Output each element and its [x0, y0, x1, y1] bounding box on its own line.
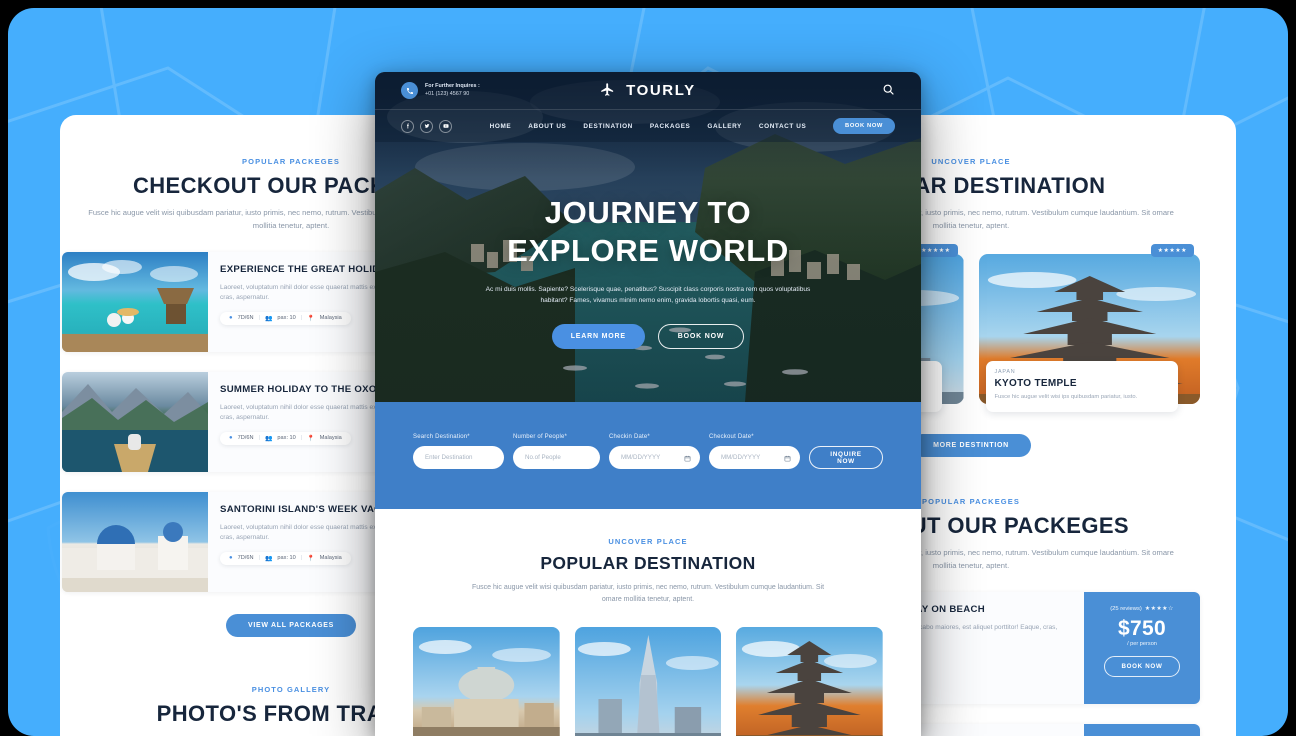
view-all-packages-button[interactable]: VIEW ALL PACKAGES	[225, 614, 357, 638]
modal-destination-grid	[413, 627, 884, 736]
nav-item-contact-us[interactable]: CONTACT US	[759, 123, 806, 130]
modal-destination-title: POPULAR DESTINATION	[540, 553, 756, 573]
label-destination: Search Destination*	[413, 434, 470, 440]
modal-destination-subtitle: Fusce hic augue velit wisi quibusdam par…	[471, 584, 825, 603]
hero-book-now-button[interactable]: BOOK NOW	[657, 324, 745, 350]
package-pax: pax: 10	[277, 435, 296, 442]
hero-title-line1: JOURNEY TO	[544, 195, 752, 230]
field-destination: Search Destination*	[413, 434, 504, 469]
modal-card-kyoto[interactable]	[736, 627, 884, 736]
location-pin-icon: 📍	[307, 555, 315, 562]
search-icon[interactable]	[882, 83, 895, 99]
field-checkout: Checkout Date*	[709, 434, 800, 469]
location-pin-icon: 📍	[307, 435, 315, 442]
contact-text: For Further Inquires : +01 (123) 4567 90	[425, 83, 480, 99]
people-icon: 👥	[264, 435, 273, 442]
clock-icon: ●	[229, 555, 233, 562]
location-pin-icon: 📍	[307, 315, 315, 322]
destination-card-japan[interactable]: ★★★★★ JAPAN KYOTO TEMPLE Fusce hic augue…	[978, 244, 1200, 413]
package-pax: pax: 10	[277, 555, 296, 562]
modal-destination-section: UNCOVER PLACE POPULAR DESTINATION Fusce …	[375, 509, 921, 736]
hero-title-line2: EXPLORE WORLD	[507, 232, 789, 268]
package-meta: ● 7D/6N | 👥 pax: 10 | 📍 Malaysia	[220, 431, 351, 445]
number-of-people-input[interactable]	[513, 446, 600, 469]
top-bar: For Further Inquires : +01 (123) 4567 90…	[375, 72, 921, 110]
learn-more-button[interactable]: LEARN MORE	[551, 324, 645, 350]
stars-icon: ★★★★☆	[1144, 606, 1174, 613]
hero-buttons: LEARN MORE BOOK NOW	[375, 324, 921, 350]
rating-badge: ★★★★★	[1150, 244, 1194, 258]
hero-title: JOURNEY TO EXPLORE WORLD	[375, 194, 921, 270]
hero-paragraph: Ac mi duis mollis. Sapiente? Scelerisque…	[485, 285, 811, 305]
book-now-button[interactable]: BOOK NOW	[833, 118, 895, 134]
package-pax: pax: 10	[277, 315, 296, 322]
package-meta: ● 7D/6N | 👥 pax: 10 | 📍 Malaysia	[220, 551, 351, 565]
nav-item-about-us[interactable]: ABOUT US	[528, 123, 566, 130]
package-duration: 7D/6N	[237, 315, 254, 322]
package-location: Malaysia	[319, 315, 342, 322]
package-image-santorini	[62, 492, 208, 593]
package-location: Malaysia	[319, 435, 342, 442]
modal-destination-eyebrow: UNCOVER PLACE	[608, 537, 688, 546]
contact-label: For Further Inquires :	[425, 82, 480, 89]
phone-icon	[401, 82, 418, 99]
price-unit: / per person	[1127, 641, 1157, 648]
clock-icon: ●	[229, 435, 233, 442]
modal-card-dubai[interactable]	[574, 627, 722, 736]
package-duration: 7D/6N	[237, 555, 254, 562]
brand-name: TOURLY	[626, 82, 696, 99]
search-strip: Search Destination* Number of People* Ch…	[375, 402, 921, 509]
label-checkin: Checkin Date*	[609, 434, 650, 440]
destination-name: KYOTO TEMPLE	[994, 378, 1077, 390]
review-line: (25 reviews) ★★★★☆	[1084, 606, 1200, 612]
more-destination-button[interactable]: MORE DESTINTION	[911, 434, 1031, 458]
package-location: Malaysia	[319, 555, 342, 562]
label-checkout: Checkout Date*	[709, 434, 754, 440]
field-checkin: Checkin Date*	[609, 434, 700, 469]
price-card: (20 reviews)★★★★☆ $750 / per person BOOK…	[1084, 724, 1200, 736]
destination-country: JAPAN	[994, 369, 1016, 376]
book-now-button[interactable]: BOOK NOW	[1104, 656, 1180, 678]
package-duration: 7D/6N	[237, 435, 254, 442]
people-icon: 👥	[264, 315, 273, 322]
airplane-icon	[600, 82, 621, 99]
checkin-date-input[interactable]	[609, 446, 700, 469]
label-people: Number of People*	[513, 434, 568, 440]
nav-item-destination[interactable]: DESTINATION	[583, 123, 632, 130]
search-form: Search Destination* Number of People* Ch…	[413, 434, 883, 469]
review-count: (25 reviews)	[1110, 606, 1142, 613]
clock-icon: ●	[229, 315, 233, 322]
people-icon: 👥	[264, 555, 273, 562]
price-amount: $750	[1118, 617, 1166, 641]
inquire-now-button[interactable]: INQUIRE NOW	[809, 446, 883, 469]
contact-block[interactable]: For Further Inquires : +01 (123) 4567 90	[401, 82, 480, 99]
field-people: Number of People*	[513, 434, 600, 469]
nav-item-home[interactable]: HOME	[490, 123, 512, 130]
main-nav: HOME ABOUT US DESTINATION PACKAGES GALLE…	[375, 110, 921, 142]
checkout-date-input[interactable]	[709, 446, 800, 469]
package-meta: ● 7D/6N | 👥 pax: 10 | 📍 Malaysia	[220, 311, 351, 325]
search-destination-input[interactable]	[413, 446, 504, 469]
site-window: For Further Inquires : +01 (123) 4567 90…	[375, 72, 921, 736]
modal-card-venice[interactable]	[413, 627, 560, 736]
hero-section: For Further Inquires : +01 (123) 4567 90…	[375, 72, 921, 402]
nav-item-packages[interactable]: PACKAGES	[650, 123, 691, 130]
hero-content: JOURNEY TO EXPLORE WORLD Ac mi duis moll…	[375, 142, 921, 350]
package-image-beach	[62, 252, 208, 353]
package-image-river	[62, 372, 208, 473]
contact-phone: +01 (123) 4567 90	[425, 90, 470, 97]
destination-label: JAPAN KYOTO TEMPLE Fusce hic augue velit…	[985, 361, 1178, 413]
price-card: (25 reviews) ★★★★☆ $750 / per person BOOK…	[1084, 592, 1200, 705]
destination-desc: Fusce hic augue velit wisi ips quibusdam…	[994, 394, 1138, 401]
nav-item-gallery[interactable]: GALLERY	[707, 123, 742, 130]
